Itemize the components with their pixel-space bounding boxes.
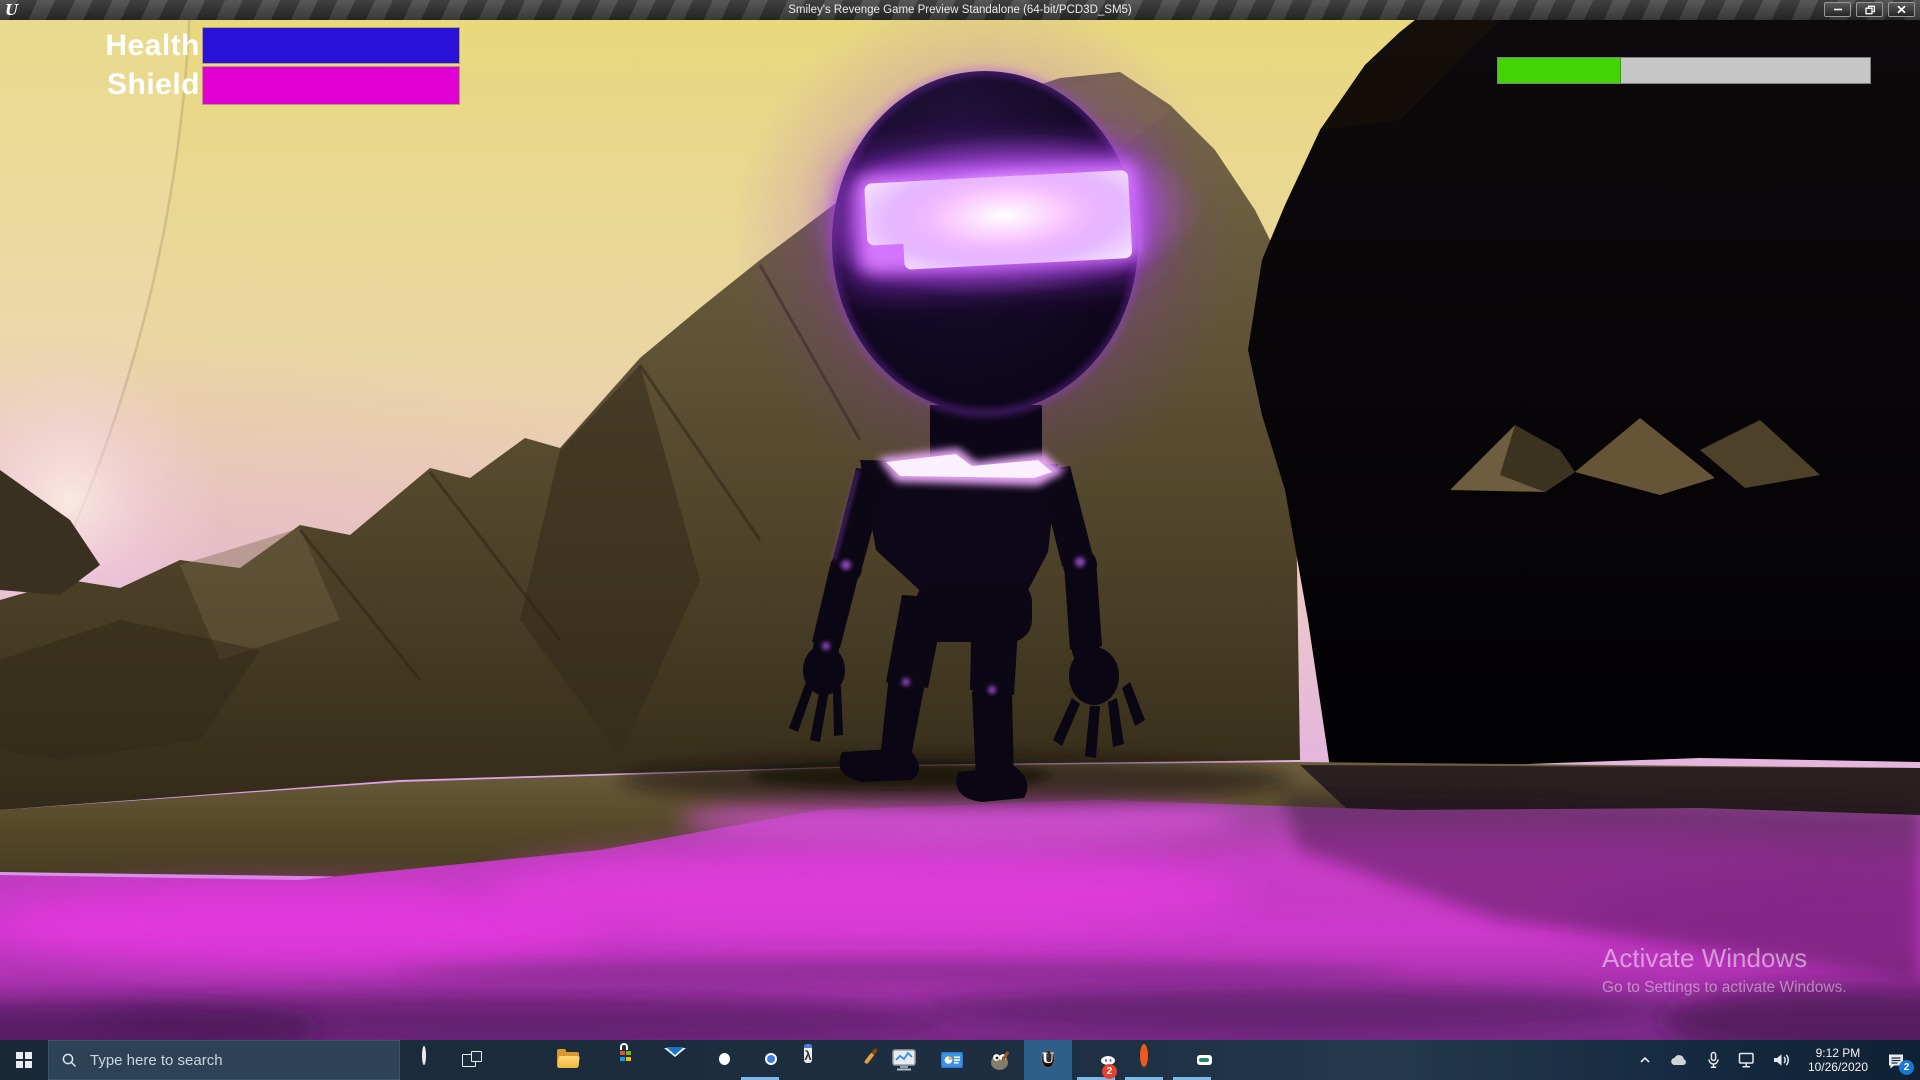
tray-onedrive-button[interactable] (1661, 1040, 1697, 1080)
taskbar-icon-cortana[interactable] (400, 1040, 448, 1080)
search-icon (61, 1052, 78, 1069)
shield-bar-row: Shield (105, 66, 460, 105)
tray-time: 9:12 PM (1816, 1046, 1861, 1060)
taskbar-icon-streamlabs[interactable] (1168, 1040, 1216, 1080)
shield-label: Shield (105, 66, 200, 105)
start-button[interactable] (0, 1040, 48, 1080)
boss-health-bar-track (1497, 57, 1871, 84)
taskbar-icon-file-explorer[interactable] (544, 1040, 592, 1080)
taskbar-icon-gimp[interactable] (976, 1040, 1024, 1080)
unreal-engine-icon: U (1036, 1048, 1060, 1072)
onedrive-cloud-icon (1668, 1052, 1690, 1068)
search-input[interactable] (88, 1051, 399, 1070)
discord-badge: 2 (1102, 1064, 1117, 1079)
tray-volume-button[interactable] (1764, 1040, 1799, 1080)
close-icon (1896, 5, 1907, 14)
mail-icon (652, 1048, 676, 1072)
tray-network-button[interactable] (1730, 1040, 1764, 1080)
taskbar-icon-paint[interactable] (832, 1040, 880, 1080)
shield-bar-fill (203, 67, 459, 104)
file-explorer-icon (556, 1048, 580, 1072)
tray-clock[interactable]: 9:12 PM 10/26/2020 (1799, 1040, 1877, 1080)
presentation-app-icon (940, 1048, 964, 1072)
gimp-icon (988, 1048, 1012, 1072)
health-label: Health (105, 27, 200, 64)
microphone-icon (1704, 1051, 1723, 1069)
chevron-up-icon (1636, 1052, 1654, 1068)
speaker-icon (1771, 1051, 1792, 1069)
tray-microphone-button[interactable] (1697, 1040, 1730, 1080)
edge-icon (508, 1048, 532, 1072)
taskbar-icon-lambda-app[interactable]: λ (784, 1040, 832, 1080)
tray-chevron-button[interactable] (1629, 1040, 1661, 1080)
taskbar-icon-unreal-engine[interactable]: U (1024, 1040, 1072, 1080)
taskbar-icon-presentation-app[interactable] (928, 1040, 976, 1080)
windows-logo-icon (16, 1052, 32, 1068)
activate-windows-watermark: Activate Windows Go to Settings to activ… (1602, 943, 1847, 997)
close-button[interactable] (1888, 2, 1915, 17)
window-titlebar[interactable]: U Smiley's Revenge Game Preview Standalo… (0, 0, 1920, 20)
streamlabs-icon (1180, 1048, 1204, 1072)
paint-icon (844, 1048, 868, 1072)
health-bar-fill (203, 28, 459, 63)
lambda-app-icon: λ (796, 1048, 820, 1072)
taskbar-icon-system-monitor[interactable] (880, 1040, 928, 1080)
watermark-line1: Activate Windows (1602, 943, 1847, 974)
action-center-badge: 2 (1899, 1060, 1914, 1075)
game-scene (0, 20, 1920, 1040)
taskbar-icon-microsoft-store[interactable] (592, 1040, 640, 1080)
system-tray: 9:12 PM 10/26/2020 2 (1629, 1040, 1920, 1080)
cortana-icon (412, 1048, 436, 1072)
origin-icon (1132, 1048, 1156, 1072)
taskbar-apps: λ (400, 1040, 1216, 1080)
system-monitor-icon (892, 1048, 916, 1072)
watermark-line2: Go to Settings to activate Windows. (1602, 979, 1847, 997)
tray-date: 10/26/2020 (1808, 1060, 1868, 1074)
taskbar-icon-task-view[interactable] (448, 1040, 496, 1080)
office-icon (700, 1048, 724, 1072)
microsoft-store-icon (604, 1048, 628, 1072)
game-viewport[interactable]: Health Shield Activate Windows Go to Set… (0, 20, 1920, 1040)
task-view-icon (460, 1048, 484, 1072)
taskbar-icon-office[interactable] (688, 1040, 736, 1080)
chrome-icon (748, 1048, 772, 1072)
restore-icon (1864, 5, 1876, 15)
screen: U Smiley's Revenge Game Preview Standalo… (0, 0, 1920, 1080)
health-bar-row: Health (105, 27, 460, 64)
minimize-button[interactable] (1824, 2, 1851, 17)
minimize-icon (1832, 5, 1844, 14)
taskbar: λ (0, 1040, 1920, 1080)
taskbar-icon-origin[interactable] (1120, 1040, 1168, 1080)
restore-button[interactable] (1856, 2, 1883, 17)
taskbar-icon-mail[interactable] (640, 1040, 688, 1080)
boss-health-bar-fill (1498, 58, 1621, 83)
window-controls (1824, 2, 1915, 17)
taskbar-icon-edge[interactable] (496, 1040, 544, 1080)
unreal-engine-logo-icon: U (5, 1, 18, 19)
action-center-button[interactable]: 2 (1877, 1040, 1918, 1080)
window-title: Smiley's Revenge Game Preview Standalone… (0, 0, 1920, 20)
health-bar-track (202, 27, 460, 64)
taskbar-icon-chrome[interactable] (736, 1040, 784, 1080)
taskbar-icon-discord[interactable]: 2 (1072, 1040, 1120, 1080)
shield-bar-track (202, 66, 460, 105)
taskbar-search[interactable] (48, 1040, 400, 1080)
network-display-icon (1737, 1051, 1757, 1069)
